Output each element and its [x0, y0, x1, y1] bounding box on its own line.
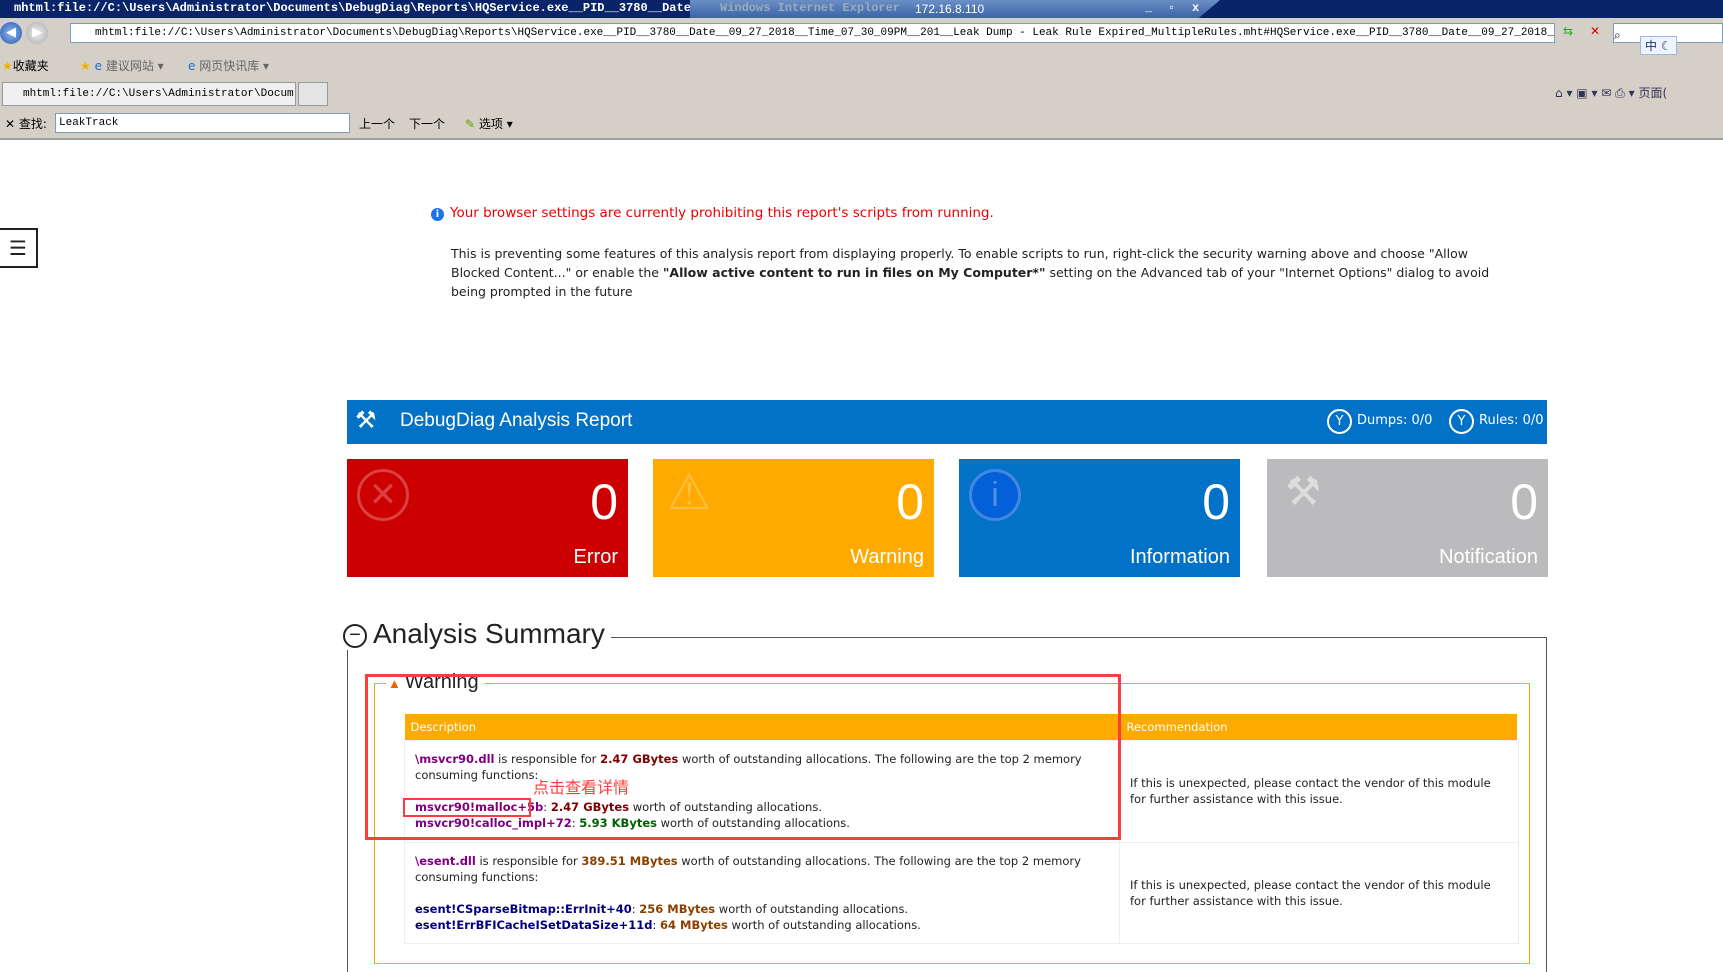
x-circle-icon: ✕: [357, 469, 409, 521]
find-label: ✕ 查找:: [5, 115, 47, 132]
close-find-icon[interactable]: ✕: [5, 117, 15, 131]
find-options-button[interactable]: ✎ 选项 ▾: [465, 115, 513, 132]
ie-icon: e: [188, 59, 196, 73]
find-next-button[interactable]: 下一个: [409, 115, 445, 132]
module-link[interactable]: \esent.dll: [415, 854, 476, 868]
tile-notification[interactable]: ⚒ 0 Notification: [1267, 459, 1548, 577]
find-value: LeakTrack: [59, 117, 119, 129]
address-bar[interactable]: mhtml:file://C:\Users\Administrator\Docu…: [70, 23, 1555, 43]
toc-toggle-button[interactable]: ☰: [0, 228, 38, 268]
back-button[interactable]: ◀: [0, 22, 22, 44]
warning-triangle-icon: ⚠: [666, 464, 712, 520]
suggested-sites[interactable]: ★ e 建议网站 ▾: [80, 57, 164, 74]
remote-host: 172.16.8.110: [915, 2, 985, 16]
report-title: DebugDiag Analysis Report: [400, 410, 633, 431]
tab-active[interactable]: mhtml:file://C:\Users\Administrator\Docu…: [2, 82, 296, 106]
dumps-count[interactable]: Dumps: 0/0: [1357, 413, 1432, 428]
command-bar: ⌂ ▾ ▣ ▾ ✉ ⎙ ▾ 页面(: [1555, 86, 1668, 100]
star-icon: ★: [2, 59, 13, 73]
ime-toolbar[interactable]: 中 ☾: [1640, 36, 1677, 55]
window-title-bar: mhtml:file://C:\Users\Administrator\Docu…: [0, 0, 1723, 18]
tile-error[interactable]: ✕ 0 Error: [347, 459, 628, 577]
text: worth of outstanding allocations.: [715, 901, 909, 916]
page-menu[interactable]: 页面(: [1638, 86, 1667, 100]
suggested-sites-label: 建议网站: [105, 59, 154, 73]
find-input[interactable]: LeakTrack: [55, 113, 350, 133]
find-options-label: 选项: [478, 117, 503, 131]
error-count: 0: [590, 474, 618, 530]
tile-warning[interactable]: ⚠ 0 Warning: [653, 459, 934, 577]
function-link[interactable]: esent!CSparseBitmap::ErrInit+40: [415, 902, 632, 916]
warning-count: 0: [896, 474, 924, 530]
tile-information[interactable]: i 0 Information: [959, 459, 1240, 577]
header-recommendation: Recommendation: [1119, 714, 1519, 740]
text: is responsible for: [475, 853, 582, 868]
debugdiag-logo-icon: ⚒: [355, 406, 377, 434]
report-header: ⚒ DebugDiag Analysis Report Y Dumps: 0/0…: [347, 400, 1547, 444]
highlight-icon: ✎: [465, 117, 476, 131]
web-slice-gallery-label: 网页快讯库: [199, 59, 260, 73]
stop-icon[interactable]: ✕: [1590, 24, 1600, 38]
notification-count: 0: [1510, 474, 1538, 530]
remote-session-tab: Windows Internet Explorer 172.16.8.110 _…: [690, 0, 1220, 18]
ie-icon: e: [94, 59, 102, 73]
size: 389.51 MBytes: [581, 853, 678, 868]
tools-icon: ⚒: [1285, 470, 1321, 514]
tab-label: mhtml:file://C:\Users\Administrator\Docu…: [23, 88, 296, 100]
close-window-button[interactable]: x: [1192, 0, 1199, 16]
analysis-summary-label: Analysis Summary: [373, 618, 605, 649]
warning-label: Warning: [850, 546, 924, 568]
analysis-summary-title[interactable]: − Analysis Summary: [343, 618, 611, 650]
filter-icon[interactable]: Y: [1327, 409, 1352, 434]
recommendation-cell: If this is unexpected, please contact th…: [1119, 841, 1519, 944]
info-circle-icon: i: [969, 469, 1021, 521]
filter-icon[interactable]: Y: [1449, 409, 1474, 434]
add-favorite-icon: ★: [80, 59, 91, 73]
restore-button[interactable]: ▫: [1168, 0, 1175, 16]
new-tab-button[interactable]: [298, 82, 328, 106]
description-cell: \esent.dll is responsible for 389.51 MBy…: [404, 841, 1120, 944]
mail-icon[interactable]: ✉: [1601, 86, 1611, 100]
script-warning-title: i Your browser settings are currently pro…: [431, 205, 994, 221]
para-bold: "Allow active content to run in files on…: [662, 265, 1046, 280]
refresh-icon[interactable]: ⇆: [1563, 24, 1573, 38]
collapse-icon[interactable]: −: [343, 623, 367, 648]
error-label: Error: [573, 546, 618, 568]
table-row: \esent.dll is responsible for 389.51 MBy…: [404, 841, 1519, 944]
information-label: Information: [1129, 546, 1230, 568]
notification-label: Notification: [1439, 546, 1538, 568]
information-count: 0: [1202, 474, 1230, 530]
url-text: mhtml:file://C:\Users\Administrator\Docu…: [95, 27, 1555, 39]
script-warning-paragraph: This is preventing some features of this…: [451, 244, 1491, 301]
favorites-label: 收藏夹: [12, 59, 49, 73]
function-link[interactable]: esent!ErrBFICacheISetDataSize+11d: [415, 918, 653, 932]
text: worth of outstanding allocations.: [727, 917, 921, 932]
search-icon: ⌕: [1614, 28, 1621, 42]
rules-count[interactable]: Rules: 0/0: [1479, 413, 1544, 428]
script-warning-text: Your browser settings are currently proh…: [450, 205, 994, 221]
recommendation-cell: If this is unexpected, please contact th…: [1119, 739, 1519, 843]
window-title-suffix: Windows Internet Explorer: [720, 1, 901, 15]
size: 256 MBytes: [639, 901, 716, 916]
print-icon[interactable]: ⎙: [1615, 86, 1625, 100]
favorites-button[interactable]: ★收藏夹: [2, 57, 49, 74]
list-icon: ☰: [9, 236, 27, 260]
find-label-text: 查找:: [18, 117, 47, 131]
forward-button[interactable]: ▶: [26, 22, 48, 44]
ime-label: 中: [1645, 39, 1658, 53]
annotation-function-box: [403, 798, 531, 817]
size: 64 MBytes: [660, 917, 728, 932]
home-icon[interactable]: ⌂: [1555, 86, 1563, 100]
web-slice-gallery[interactable]: e 网页快讯库 ▾: [188, 57, 269, 74]
window-title: mhtml:file://C:\Users\Administrator\Docu…: [14, 1, 699, 15]
annotation-text: 点击查看详情: [533, 778, 630, 797]
minimize-button[interactable]: _: [1145, 0, 1152, 16]
info-icon: i: [431, 208, 444, 221]
find-previous-button[interactable]: 上一个: [359, 115, 395, 132]
feeds-icon[interactable]: ▣: [1576, 86, 1587, 100]
